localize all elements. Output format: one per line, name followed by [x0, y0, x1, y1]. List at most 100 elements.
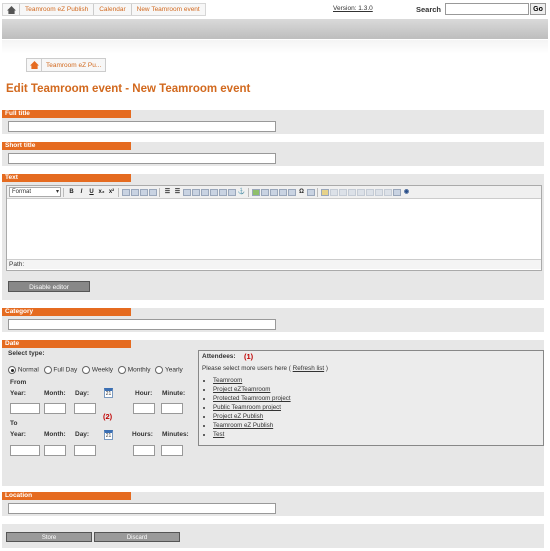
breadcrumb-item[interactable]: New Teamroom event [132, 4, 205, 15]
search-go-button[interactable]: Go [530, 3, 546, 15]
align-left-icon[interactable] [122, 188, 130, 196]
location-input[interactable] [8, 503, 276, 514]
from-day-input[interactable] [74, 403, 96, 414]
discard-button[interactable]: Discard [94, 532, 180, 542]
list-item[interactable]: Public Teamroom project [213, 403, 291, 412]
breadcrumb: Teamroom eZ Publish Calendar New Teamroo… [2, 3, 206, 16]
from-calendar-icon[interactable]: 21 [104, 388, 113, 398]
underline-icon[interactable]: U [87, 188, 96, 197]
insert-row-icon[interactable] [330, 188, 338, 196]
from-day-label: Day: [75, 390, 90, 397]
attendees-panel: Attendees: (1) Please select more users … [198, 350, 544, 446]
editor-content-area[interactable] [7, 199, 541, 258]
editor-toolbar: Format B I U x₂ x² ☰ ☰ ⚓ Ω [7, 186, 541, 199]
search-input[interactable] [445, 3, 529, 15]
category-label: Category [2, 308, 131, 316]
justify-icon[interactable] [149, 188, 157, 196]
cut-icon[interactable] [219, 188, 227, 196]
radio-full-day[interactable] [43, 366, 52, 374]
from-month-input[interactable] [44, 403, 66, 414]
home-icon[interactable] [3, 4, 20, 15]
to-label: To [10, 420, 18, 427]
radio-weekly[interactable] [82, 366, 91, 374]
link-icon[interactable] [261, 188, 269, 196]
from-year-input[interactable] [10, 403, 40, 414]
category-input[interactable] [8, 319, 276, 330]
to-day-input[interactable] [74, 445, 96, 456]
radio-yearly[interactable] [155, 366, 164, 374]
indent-icon[interactable] [192, 188, 200, 196]
unlink-icon[interactable] [270, 188, 278, 196]
format-select[interactable]: Format [9, 187, 61, 197]
toolbar-divider [118, 187, 119, 197]
to-calendar-icon[interactable]: 21 [104, 430, 113, 440]
from-month-label: Month: [44, 390, 66, 397]
list-item[interactable]: Teamroom eZ Publish [213, 421, 291, 430]
image-icon[interactable] [252, 188, 260, 196]
delete-column-icon[interactable] [357, 188, 365, 196]
full-title-input[interactable] [8, 121, 276, 132]
radio-monthly[interactable] [117, 366, 126, 374]
to-minutes-input[interactable] [161, 445, 183, 456]
editor-path-bar: Path: [7, 259, 541, 269]
list-item[interactable]: Teamroom [213, 376, 291, 385]
help-icon[interactable]: ◉ [402, 188, 411, 197]
media-icon[interactable] [279, 188, 287, 196]
disable-editor-button[interactable]: Disable editor [8, 281, 90, 292]
list-item[interactable]: Protected Teamroom project [213, 394, 291, 403]
special-char-icon[interactable]: Ω [297, 188, 306, 197]
store-button[interactable]: Store [6, 532, 92, 542]
version-link[interactable]: Version: 1.3.0 [333, 5, 373, 12]
bullet-list-icon[interactable]: ☰ [163, 188, 172, 197]
pagebreak-icon[interactable] [307, 188, 315, 196]
short-title-label: Short title [2, 142, 131, 150]
to-month-label: Month: [44, 431, 66, 438]
list-item[interactable]: Test [213, 430, 291, 439]
category-section: Category [2, 308, 544, 332]
redo-icon[interactable] [210, 188, 218, 196]
breadcrumb-item[interactable]: Teamroom eZ Publish [20, 4, 95, 15]
edit-table-icon[interactable] [321, 188, 329, 196]
toolbar-divider [317, 187, 318, 197]
copy-icon[interactable] [228, 188, 236, 196]
header-band [2, 19, 548, 39]
align-center-icon[interactable] [131, 188, 139, 196]
annotation-marker-2: (2) [103, 412, 113, 421]
superscript-icon[interactable]: x² [107, 188, 116, 197]
toolbar-divider [159, 187, 160, 197]
align-right-icon[interactable] [140, 188, 148, 196]
italic-icon[interactable]: I [77, 188, 86, 197]
home-icon [27, 59, 42, 71]
radio-yearly-label: Yearly [164, 366, 183, 374]
undo-icon[interactable] [201, 188, 209, 196]
radio-full-day-label: Full Day [53, 366, 78, 374]
from-hour-input[interactable] [133, 403, 155, 414]
list-item[interactable]: Project eZ Publish [213, 412, 291, 421]
breadcrumb-item[interactable]: Calendar [94, 4, 132, 15]
location-label: Location [2, 492, 131, 500]
insert-column-icon[interactable] [348, 188, 356, 196]
split-cell-icon[interactable] [366, 188, 374, 196]
short-title-input[interactable] [8, 153, 276, 164]
radio-monthly-label: Monthly [127, 366, 151, 374]
fullscreen-icon[interactable] [393, 188, 401, 196]
table-icon[interactable] [288, 188, 296, 196]
from-minute-input[interactable] [161, 403, 183, 414]
to-year-input[interactable] [10, 445, 40, 456]
tab-teamroom[interactable]: Teamroom eZ Pu... [26, 58, 107, 72]
to-hours-input[interactable] [133, 445, 155, 456]
text-label: Text [2, 174, 131, 182]
to-month-input[interactable] [44, 445, 66, 456]
merge-cell-icon[interactable] [375, 188, 383, 196]
table-props-icon[interactable] [384, 188, 392, 196]
radio-normal[interactable] [8, 366, 16, 374]
anchor-icon[interactable]: ⚓ [237, 188, 246, 197]
list-item[interactable]: Project eZTeamroom [213, 385, 291, 394]
numbered-list-icon[interactable]: ☰ [173, 188, 182, 197]
outdent-icon[interactable] [183, 188, 191, 196]
toolbar-divider [63, 187, 64, 197]
refresh-list-link[interactable]: Refresh list [293, 365, 325, 372]
subscript-icon[interactable]: x₂ [97, 188, 106, 197]
bold-icon[interactable]: B [67, 188, 76, 197]
delete-row-icon[interactable] [339, 188, 347, 196]
